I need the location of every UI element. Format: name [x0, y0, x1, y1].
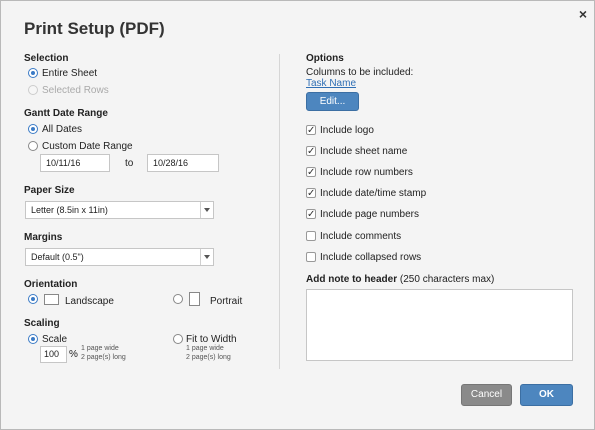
paper-size-heading: Paper Size — [24, 185, 75, 196]
column-divider — [279, 54, 280, 369]
selected-rows-radio — [28, 85, 38, 95]
include-page-numbers-checkbox[interactable]: ✓ — [306, 209, 316, 220]
all-dates-label: All Dates — [42, 124, 83, 135]
margins-value: Default (0.5") — [31, 252, 84, 262]
include-date-time-stamp-label: Include date/time stamp — [320, 188, 427, 199]
fit-pages-wide: 1 page wide — [186, 345, 224, 352]
header-note-textarea[interactable] — [306, 289, 573, 361]
end-date-input[interactable]: 10/28/16 — [147, 154, 219, 172]
all-dates-radio[interactable] — [28, 124, 38, 134]
fit-to-width-label: Fit to Width — [186, 334, 237, 345]
chevron-down-icon — [200, 249, 213, 265]
include-logo-checkbox[interactable]: ✓ — [306, 125, 316, 136]
landscape-label: Landscape — [65, 296, 114, 307]
edit-columns-button[interactable]: Edit... — [306, 92, 359, 111]
margins-select[interactable]: Default (0.5") — [25, 248, 214, 266]
include-collapsed-rows-label: Include collapsed rows — [320, 252, 422, 263]
portrait-page-icon — [189, 292, 200, 306]
add-note-heading: Add note to header (250 characters max) — [306, 274, 494, 285]
print-setup-dialog: Print Setup (PDF) × Selection Entire She… — [0, 0, 595, 430]
dialog-title: Print Setup (PDF) — [24, 19, 165, 38]
options-heading: Options — [306, 53, 344, 64]
columns-included-label: Columns to be included: — [306, 67, 414, 78]
include-collapsed-rows-checkbox[interactable] — [306, 252, 316, 262]
add-note-hint: (250 characters max) — [399, 274, 495, 285]
selected-rows-label: Selected Rows — [42, 85, 109, 96]
entire-sheet-label: Entire Sheet — [42, 68, 98, 79]
chevron-down-icon — [200, 202, 213, 218]
scale-radio[interactable] — [28, 334, 38, 344]
portrait-label: Portrait — [210, 296, 243, 307]
include-date-time-stamp-checkbox[interactable]: ✓ — [306, 188, 316, 199]
fit-pages-long: 2 page(s) long — [186, 354, 231, 361]
landscape-radio[interactable] — [28, 294, 38, 304]
selection-heading: Selection — [24, 53, 69, 64]
add-note-title: Add note to header — [306, 274, 398, 285]
include-comments-label: Include comments — [320, 231, 402, 242]
include-page-numbers-label: Include page numbers — [320, 209, 419, 220]
landscape-page-icon — [44, 294, 59, 305]
portrait-radio[interactable] — [173, 294, 183, 304]
custom-date-range-label: Custom Date Range — [42, 141, 133, 152]
scaling-heading: Scaling — [24, 318, 60, 329]
paper-size-value: Letter (8.5in x 11in) — [31, 205, 108, 215]
scale-label: Scale — [42, 334, 68, 345]
include-logo-label: Include logo — [320, 125, 374, 136]
orientation-heading: Orientation — [24, 279, 78, 290]
custom-date-range-radio[interactable] — [28, 141, 38, 151]
entire-sheet-radio[interactable] — [28, 68, 38, 78]
include-row-numbers-label: Include row numbers — [320, 167, 413, 178]
start-date-input[interactable]: 10/11/16 — [40, 154, 110, 172]
include-sheet-name-label: Include sheet name — [320, 146, 408, 157]
scale-pages-long: 2 page(s) long — [81, 354, 126, 361]
ok-button[interactable]: OK — [520, 384, 573, 406]
paper-size-select[interactable]: Letter (8.5in x 11in) — [25, 201, 214, 219]
fit-to-width-radio[interactable] — [173, 334, 183, 344]
margins-heading: Margins — [24, 232, 63, 243]
include-row-numbers-checkbox[interactable]: ✓ — [306, 167, 316, 178]
scale-pages-wide: 1 page wide — [81, 345, 119, 352]
cancel-button[interactable]: Cancel — [461, 384, 512, 406]
include-comments-checkbox[interactable] — [306, 231, 316, 241]
task-name-link[interactable]: Task Name — [306, 78, 356, 89]
gantt-date-range-heading: Gantt Date Range — [24, 108, 108, 119]
to-label: to — [125, 158, 134, 169]
include-sheet-name-checkbox[interactable]: ✓ — [306, 146, 316, 157]
scale-percent-input[interactable]: 100 — [40, 346, 67, 363]
close-icon[interactable]: × — [575, 6, 591, 22]
percent-sign: % — [69, 349, 78, 360]
